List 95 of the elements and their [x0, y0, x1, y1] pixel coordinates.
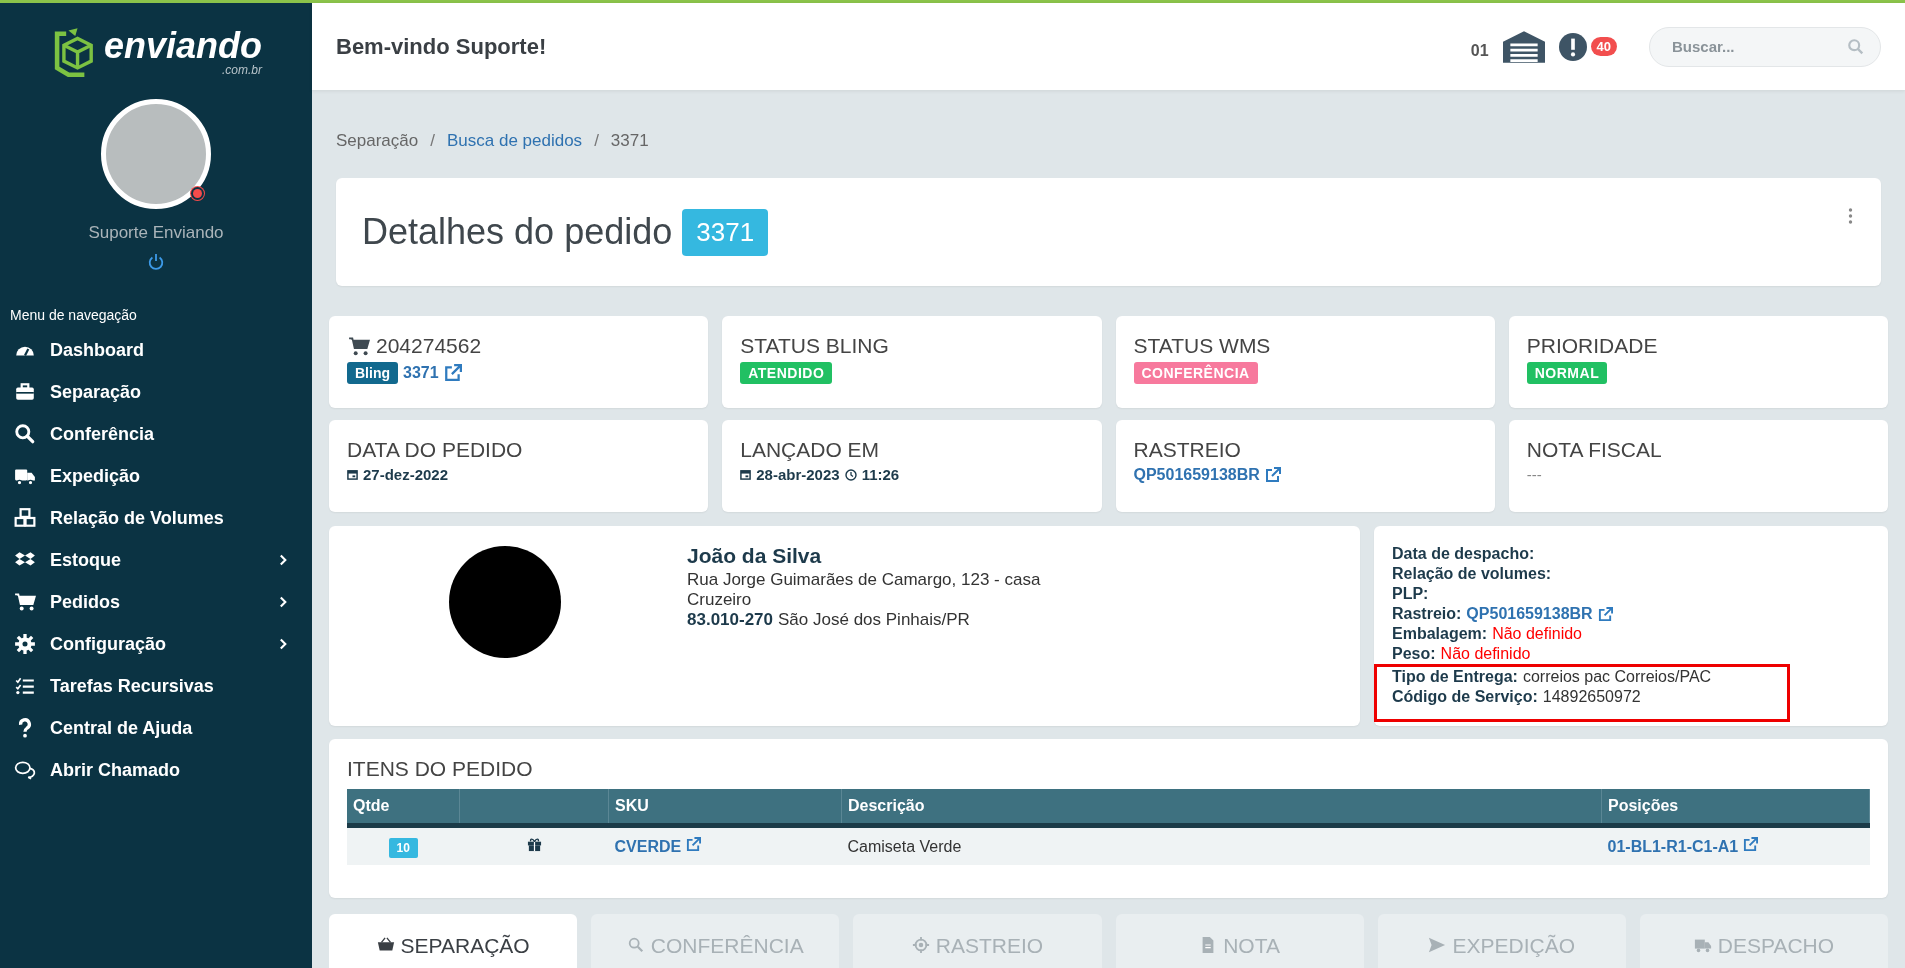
- card-title: STATUS BLING: [740, 334, 890, 358]
- detail-value: Não definido: [1492, 624, 1582, 644]
- cart-icon: [14, 591, 36, 613]
- gear-icon: [14, 633, 36, 655]
- nav-item[interactable]: Central de Ajuda: [0, 707, 312, 749]
- card-title: NOTA FISCAL: [1526, 438, 1663, 462]
- tracking-link[interactable]: QP501659138BR: [1466, 604, 1593, 624]
- tab[interactable]: SEPARAÇÃO: [329, 914, 578, 968]
- column-header: SKU: [608, 789, 842, 826]
- gift-icon: [526, 837, 542, 852]
- greeting: Bem-vindo Suporte!: [336, 33, 547, 60]
- detail-label: Rastreio:: [1392, 604, 1462, 624]
- card-value: ---: [1526, 466, 1542, 483]
- time-text: 11:26: [861, 466, 900, 483]
- date-text: 28-abr-2023: [756, 466, 840, 483]
- quantity-badge: 10: [388, 837, 418, 858]
- customer-address: Rua Jorge Guimarães de Camargo, 123 - casa: [687, 570, 1041, 590]
- detail-value: Não definido: [1440, 644, 1531, 664]
- card-title: DATA DO PEDIDO: [347, 438, 524, 462]
- logo-wordmark: enviando: [104, 28, 262, 64]
- nav-item[interactable]: Configuração: [0, 623, 312, 665]
- detail-value: correios pac Correios/PAC: [1522, 667, 1712, 687]
- nav-item[interactable]: Pedidos: [0, 581, 312, 623]
- briefcase-icon: [14, 381, 36, 403]
- column-header: Qtde: [347, 789, 460, 826]
- power-icon[interactable]: [147, 253, 165, 271]
- breadcrumb-link[interactable]: Busca de pedidos: [446, 131, 583, 151]
- alert-icon[interactable]: [1558, 32, 1587, 61]
- sku-link[interactable]: CVERDE: [614, 838, 682, 855]
- nav-item[interactable]: Estoque: [0, 539, 312, 581]
- card-title: PRIORIDADE: [1526, 334, 1659, 358]
- detail-label: Peso:: [1392, 644, 1436, 664]
- nav-item[interactable]: Separação: [0, 371, 312, 413]
- status-badge: CONFERÊNCIA: [1133, 362, 1258, 384]
- section-title: ITENS DO PEDIDO: [347, 757, 533, 780]
- column-header: Posições: [1601, 789, 1870, 826]
- platform-tag: Bling: [347, 362, 398, 384]
- detail-label: Embalagem:: [1392, 624, 1488, 644]
- user-name: Suporte Enviando: [88, 223, 224, 243]
- detail-label: Código de Serviço:: [1392, 687, 1538, 707]
- order-number-badge: 3371: [682, 208, 769, 256]
- more-options-icon[interactable]: [1848, 208, 1853, 224]
- nav-item[interactable]: Abrir Chamado: [0, 749, 312, 791]
- clock-icon: [844, 468, 857, 481]
- search-field[interactable]: Buscar...: [1649, 26, 1881, 67]
- column-header: Descrição: [841, 789, 1602, 826]
- order-link[interactable]: 3371: [403, 364, 439, 382]
- chat-icon: [14, 759, 36, 781]
- external-link-icon[interactable]: [1597, 606, 1613, 622]
- item-description: Camiseta Verde: [847, 837, 962, 855]
- external-link-icon[interactable]: [1264, 467, 1281, 483]
- card-title: LANÇADO EM: [740, 438, 881, 462]
- breadcrumb-item: Separação: [336, 131, 419, 151]
- nav-item[interactable]: Expedição: [0, 455, 312, 497]
- card-title: RASTREIO: [1133, 438, 1242, 462]
- card-title: STATUS WMS: [1133, 334, 1272, 358]
- detail-label: Tipo de Entrega:: [1392, 667, 1518, 687]
- breadcrumb-separator: /: [430, 131, 435, 151]
- send-icon: [1428, 936, 1447, 954]
- logo-domain: .com.br: [222, 64, 262, 76]
- detail-value: 14892650972: [1542, 687, 1641, 707]
- date-text: 27-dez-2022: [363, 466, 449, 483]
- breadcrumb-item: 3371: [610, 131, 649, 151]
- customer-city: São José dos Pinhais/PR: [778, 610, 970, 630]
- cart-icon: [347, 335, 371, 357]
- status-badge: ATENDIDO: [740, 362, 833, 384]
- boxes-icon: [14, 507, 36, 529]
- alert-count-badge: 40: [1590, 37, 1617, 56]
- checklist-icon: [14, 675, 36, 697]
- search-icon: [14, 423, 36, 445]
- order-id: 204274562: [376, 334, 482, 358]
- calendar-icon: [347, 469, 358, 480]
- search-icon: [626, 936, 645, 954]
- customer-district: Cruzeiro: [687, 590, 753, 610]
- detail-label: PLP:: [1392, 584, 1429, 604]
- nav-item[interactable]: Relação de Volumes: [0, 497, 312, 539]
- external-link-icon[interactable]: [1742, 837, 1758, 852]
- page-title: Detalhes do pedido: [362, 211, 673, 253]
- warehouse-icon[interactable]: [1502, 30, 1545, 63]
- customer-zip: 83.010-270: [687, 610, 774, 630]
- crosshair-icon: [911, 936, 930, 954]
- nav-item[interactable]: Tarefas Recursivas: [0, 665, 312, 707]
- nav-item[interactable]: Dashboard: [0, 329, 312, 371]
- tracking-link[interactable]: QP501659138BR: [1133, 466, 1260, 484]
- external-link-icon[interactable]: [443, 364, 462, 382]
- breadcrumb-separator: /: [594, 131, 599, 151]
- detail-label: Relação de volumes:: [1392, 564, 1552, 584]
- detail-label: Data de despacho:: [1392, 544, 1535, 564]
- menu-heading: Menu de navegação: [10, 307, 137, 323]
- status-badge: NORMAL: [1526, 362, 1608, 384]
- warehouse-count: 01: [1470, 41, 1489, 60]
- calendar-icon: [740, 469, 752, 480]
- nav-item[interactable]: Conferência: [0, 413, 312, 455]
- external-link-icon[interactable]: [685, 837, 701, 852]
- customer-name: João da Silva: [687, 546, 823, 566]
